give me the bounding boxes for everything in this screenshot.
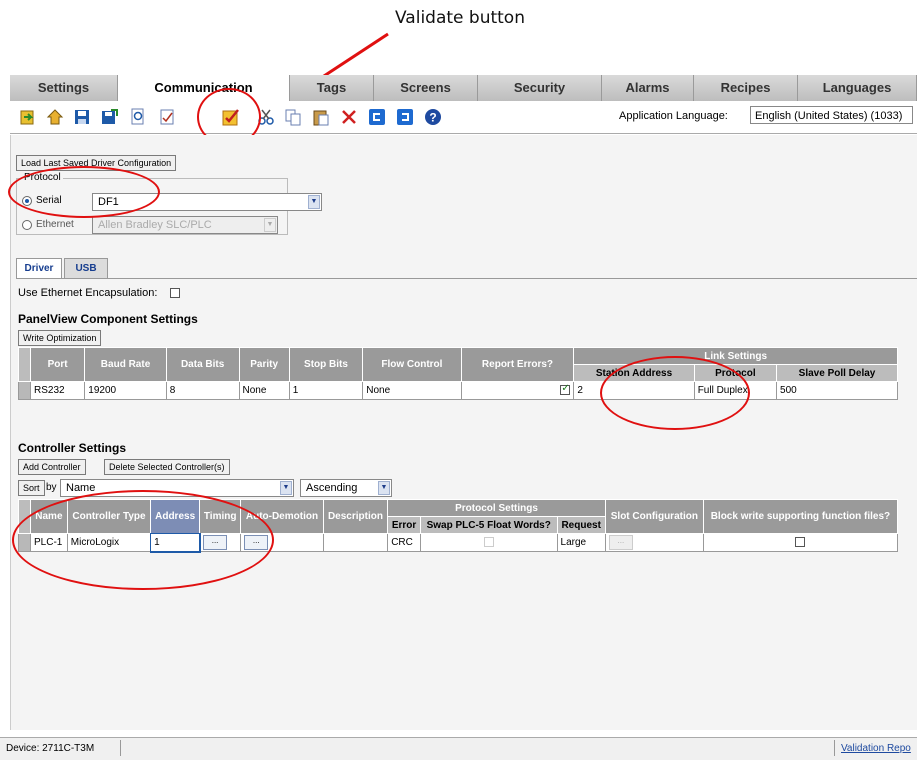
row-handle[interactable]: [18, 381, 31, 400]
cell-data-bits[interactable]: 8: [165, 381, 240, 400]
main-tab-bar: Settings Communication Tags Screens Secu…: [10, 75, 917, 101]
slot-ellipsis-button[interactable]: ...: [608, 535, 633, 550]
cell-report-errors: [460, 381, 575, 400]
col-slot-configuration: Slot Configuration: [604, 499, 704, 534]
tab-screens[interactable]: Screens: [374, 75, 478, 101]
row-header-corner: [18, 347, 31, 382]
tab-security[interactable]: Security: [478, 75, 602, 101]
col-stop-bits: Stop Bits: [288, 347, 364, 382]
sort-order-value: Ascending: [306, 482, 358, 494]
open-icon[interactable]: [44, 106, 66, 128]
chevron-down-icon: ▼: [378, 481, 390, 495]
cell-flow-control[interactable]: None: [362, 381, 462, 400]
cell-description[interactable]: [322, 533, 389, 552]
preview-icon[interactable]: [156, 106, 178, 128]
tab-recipes[interactable]: Recipes: [694, 75, 798, 101]
swap-float-checkbox[interactable]: [483, 537, 494, 548]
undo-icon[interactable]: [366, 106, 388, 128]
protocol-highlight-circle: [8, 166, 160, 218]
col-error: Error: [387, 516, 421, 534]
cell-port[interactable]: RS232: [29, 381, 86, 400]
ethernet-protocol-value: Allen Bradley SLC/PLC: [98, 219, 212, 231]
import-icon[interactable]: [17, 106, 39, 128]
sort-by-label: by: [46, 482, 57, 493]
subtab-usb[interactable]: USB: [64, 258, 108, 278]
link-settings-group: Link Settings: [573, 347, 898, 365]
chevron-down-icon: ▼: [264, 218, 276, 232]
panelview-heading: PanelView Component Settings: [18, 312, 198, 326]
status-divider: [120, 740, 121, 756]
col-parity: Parity: [238, 347, 290, 382]
col-swap-float: Swap PLC-5 Float Words?: [419, 516, 558, 534]
tab-tags[interactable]: Tags: [290, 75, 374, 101]
report-errors-checkbox[interactable]: [560, 383, 571, 396]
sort-field-value: Name: [66, 482, 96, 494]
find-icon[interactable]: [127, 106, 149, 128]
station-address-highlight-circle: [600, 356, 750, 430]
app-language-value: English (United States) (1033): [755, 110, 903, 122]
block-write-checkbox[interactable]: [795, 537, 806, 548]
sort-button[interactable]: Sort: [18, 480, 45, 496]
cell-swap-float: [419, 533, 558, 552]
col-report-errors: Report Errors?: [460, 347, 575, 382]
controller-highlight-circle: [12, 490, 274, 590]
panelview-table: Port Baud Rate Data Bits Parity Stop Bit…: [18, 347, 898, 400]
col-port: Port: [29, 347, 86, 382]
tab-alarms[interactable]: Alarms: [602, 75, 694, 101]
use-ethernet-encapsulation-label: Use Ethernet Encapsulation:: [18, 287, 158, 299]
redo-icon[interactable]: [394, 106, 416, 128]
controller-heading: Controller Settings: [18, 441, 127, 455]
help-icon[interactable]: ?: [422, 106, 444, 128]
ethernet-protocol-select[interactable]: Allen Bradley SLC/PLC ▼: [92, 216, 278, 234]
save-as-icon[interactable]: [98, 106, 120, 128]
cell-slot-configuration: ...: [604, 533, 704, 552]
tab-languages[interactable]: Languages: [798, 75, 917, 101]
cell-error[interactable]: CRC: [387, 533, 421, 552]
status-bar: Device: 2711C-T3M Validation Repo: [0, 737, 917, 760]
device-label: Device: 2711C-T3M: [6, 743, 95, 754]
subtab-divider: [16, 278, 917, 279]
protocol-settings-group: Protocol Settings: [387, 499, 606, 517]
col-slave-poll-delay: Slave Poll Delay: [776, 364, 898, 382]
app-language-select[interactable]: English (United States) (1033): [750, 106, 913, 124]
cell-stop-bits[interactable]: 1: [288, 381, 364, 400]
ethernet-radio[interactable]: [22, 220, 32, 230]
status-divider: [834, 740, 835, 756]
tab-settings[interactable]: Settings: [10, 75, 118, 101]
subtab-driver[interactable]: Driver: [16, 258, 62, 278]
col-flow-control: Flow Control: [362, 347, 462, 382]
chevron-down-icon: ▼: [308, 195, 320, 209]
save-icon[interactable]: [71, 106, 93, 128]
col-block-write: Block write supporting function files?: [702, 499, 899, 534]
cell-parity[interactable]: None: [238, 381, 290, 400]
use-ethernet-encapsulation-checkbox[interactable]: [170, 288, 180, 299]
table-row: RS232 19200 8 None 1 None 2 Full Duplex …: [18, 381, 898, 400]
delete-controllers-button[interactable]: Delete Selected Controller(s): [104, 459, 230, 475]
col-baud-rate: Baud Rate: [84, 347, 167, 382]
app-language-label: Application Language:: [619, 110, 728, 122]
sort-order-select[interactable]: Ascending ▼: [300, 479, 392, 497]
validation-report-link[interactable]: Validation Repo: [841, 743, 911, 754]
copy-icon[interactable]: [282, 106, 304, 128]
ethernet-label: Ethernet: [36, 219, 74, 230]
delete-icon[interactable]: [338, 106, 360, 128]
cell-baud-rate[interactable]: 19200: [84, 381, 167, 400]
paste-icon[interactable]: [310, 106, 332, 128]
col-request: Request: [556, 516, 606, 534]
chevron-down-icon: ▼: [280, 481, 292, 495]
col-description: Description: [322, 499, 389, 534]
cell-request[interactable]: Large: [556, 533, 606, 552]
cell-slave-poll-delay[interactable]: 500: [776, 381, 898, 400]
col-data-bits: Data Bits: [165, 347, 240, 382]
toolbar: ? Application Language: English (United …: [10, 101, 917, 134]
svg-text:?: ?: [429, 111, 436, 125]
cell-block-write: [702, 533, 899, 552]
write-optimization-button[interactable]: Write Optimization: [18, 330, 102, 346]
add-controller-button[interactable]: Add Controller: [18, 459, 86, 475]
